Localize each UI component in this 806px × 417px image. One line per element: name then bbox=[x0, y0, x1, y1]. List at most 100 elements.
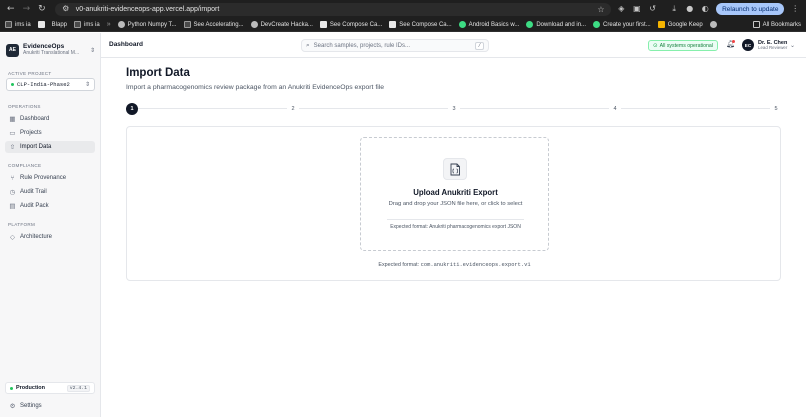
upload-format-hint: Expected format: Anukriti pharmacogenomi… bbox=[390, 224, 521, 230]
org-logo: AE bbox=[6, 43, 19, 57]
relaunch-button[interactable]: Relaunch to update bbox=[716, 3, 785, 15]
address-bar[interactable]: ⚙ v0-anukriti-evidenceops-app.vercel.app… bbox=[54, 2, 611, 16]
search-placeholder: Search samples, projects, rule IDs... bbox=[313, 42, 411, 49]
bookmark-favicon bbox=[319, 21, 327, 28]
upload-icon: ⇧ bbox=[9, 142, 16, 151]
chevron-down-icon[interactable]: ⌄ bbox=[790, 42, 795, 49]
step-3[interactable]: 3 bbox=[448, 103, 460, 115]
bookmark-item[interactable] bbox=[709, 21, 717, 28]
sidebar-item-dashboard[interactable]: ▦ Dashboard bbox=[5, 113, 95, 125]
bookmark-favicon bbox=[5, 21, 12, 28]
bookmark-item[interactable]: Download and in... bbox=[526, 21, 586, 28]
incognito-icon[interactable]: ◐ bbox=[700, 4, 710, 14]
upload-instructions: Drag and drop your JSON file here, or cl… bbox=[388, 201, 523, 207]
bookmark-item[interactable]: ims ia bbox=[74, 21, 100, 28]
top-header: Dashboard ⌕ Search samples, projects, ru… bbox=[101, 33, 806, 58]
main-content: Dashboard ⌕ Search samples, projects, ru… bbox=[101, 33, 806, 417]
bookmark-favicon bbox=[117, 21, 125, 28]
site-settings-icon[interactable]: ⚙ bbox=[61, 4, 71, 14]
project-name: CLP-India-Phase2 bbox=[17, 81, 70, 88]
layers-icon: ◇ bbox=[10, 232, 15, 241]
bookmark-favicon bbox=[37, 21, 45, 28]
bookmark-item[interactable]: Python Numpy T... bbox=[117, 21, 177, 28]
bookmark-item[interactable]: ims ia bbox=[5, 21, 31, 28]
sidebar-item-label: Projects bbox=[20, 130, 42, 136]
status-text: All systems operational bbox=[659, 42, 713, 49]
bookmark-item[interactable]: See Compose Ca... bbox=[319, 21, 382, 28]
page-title: Import Data bbox=[126, 67, 190, 79]
file-json-icon bbox=[443, 158, 467, 180]
bookmark-star-icon[interactable]: ☆ bbox=[597, 5, 604, 14]
bookmark-favicon bbox=[709, 21, 717, 28]
org-switcher[interactable]: AE EvidenceOps Anukriti Translational M.… bbox=[6, 41, 95, 59]
sidebar-item-label: Dashboard bbox=[20, 116, 50, 122]
bookmark-favicon bbox=[389, 21, 397, 28]
bookmark-item[interactable]: Blapp bbox=[52, 22, 67, 28]
step-connector bbox=[460, 108, 609, 109]
document-icon: ▤ bbox=[9, 201, 16, 210]
environment-badge[interactable]: Production v2.4.1 bbox=[5, 382, 95, 394]
chevron-up-down-icon: ⇕ bbox=[89, 46, 95, 54]
bookmark-item[interactable]: Google Keep bbox=[657, 21, 703, 28]
user-role: Lead Reviewer bbox=[758, 45, 788, 51]
back-icon[interactable]: ← bbox=[6, 4, 16, 14]
bookmarks-bar: ims ia Blapp ims ia » Python Numpy T... … bbox=[0, 18, 806, 32]
org-subtitle: Anukriti Translational M... bbox=[23, 49, 80, 56]
project-select[interactable]: CLP-India-Phase2 ⇕ bbox=[6, 78, 95, 91]
page-subtitle: Import a pharmacogenomics review package… bbox=[126, 84, 385, 91]
download-icon[interactable]: ⤓ bbox=[669, 4, 679, 14]
avatar[interactable]: EC bbox=[742, 39, 754, 51]
extensions-icon[interactable]: ▣ bbox=[632, 4, 642, 14]
dashboard-icon: ▦ bbox=[9, 114, 16, 123]
sidebar-item-label: Audit Trail bbox=[20, 189, 47, 195]
forward-icon[interactable]: → bbox=[22, 4, 32, 14]
step-connector bbox=[299, 108, 448, 109]
url-text: v0-anukriti-evidenceops-app.vercel.app/i… bbox=[75, 5, 220, 13]
active-project-label: ACTIVE PROJECT bbox=[8, 71, 52, 76]
all-bookmarks-button[interactable]: All Bookmarks bbox=[752, 21, 801, 28]
sidebar-item-audit-pack[interactable]: ▤ Audit Pack bbox=[5, 200, 95, 212]
step-connector bbox=[621, 108, 770, 109]
bookmark-favicon bbox=[593, 21, 601, 28]
sidebar-item-settings[interactable]: ⚙ Settings bbox=[5, 400, 95, 412]
bookmark-favicon bbox=[183, 21, 191, 28]
shield-icon[interactable]: ◈ bbox=[617, 4, 627, 14]
sidebar-item-rule-provenance[interactable]: ⑂ Rule Provenance bbox=[5, 172, 95, 184]
upload-title: Upload Anukriti Export bbox=[413, 188, 498, 197]
step-4[interactable]: 4 bbox=[609, 103, 621, 115]
bookmark-item[interactable]: Android Basics w... bbox=[458, 21, 519, 28]
section-compliance: COMPLIANCE bbox=[8, 163, 42, 168]
sidebar-item-import[interactable]: ⇧ Import Data bbox=[5, 141, 95, 153]
step-5[interactable]: 5 bbox=[770, 103, 782, 115]
chevron-double-icon[interactable]: » bbox=[107, 21, 111, 28]
step-2[interactable]: 2 bbox=[287, 103, 299, 115]
profile-icon[interactable]: ● bbox=[685, 4, 695, 14]
step-connector bbox=[138, 108, 287, 109]
notification-dot bbox=[732, 40, 735, 43]
bookmark-item[interactable]: Create your first... bbox=[593, 21, 651, 28]
bookmark-item[interactable]: See Accelerating... bbox=[183, 21, 244, 28]
git-branch-icon: ⑂ bbox=[10, 173, 15, 182]
sidebar-item-label: Audit Pack bbox=[20, 203, 49, 209]
sidebar-item-projects[interactable]: ▭ Projects bbox=[5, 127, 95, 139]
more-menu-icon[interactable]: ⋮ bbox=[790, 4, 800, 14]
search-input[interactable]: ⌕ Search samples, projects, rule IDs... … bbox=[301, 39, 489, 52]
user-menu[interactable]: Dr. E. Chen Lead Reviewer bbox=[758, 40, 787, 51]
sidebar-item-audit-trail[interactable]: ◷ Audit Trail bbox=[5, 186, 95, 198]
bookmark-item[interactable] bbox=[37, 21, 45, 28]
sidebar-item-architecture[interactable]: ◇ Architecture bbox=[5, 231, 95, 243]
section-operations: OPERATIONS bbox=[8, 104, 41, 109]
reload-icon[interactable]: ↻ bbox=[37, 4, 47, 14]
expected-format-note: Expected format: com.anukriti.evidenceop… bbox=[127, 262, 782, 268]
history-icon[interactable]: ↺ bbox=[648, 4, 658, 14]
environment-name: Production bbox=[16, 385, 46, 391]
breadcrumb[interactable]: Dashboard bbox=[109, 41, 143, 48]
project-status-dot bbox=[11, 83, 14, 86]
file-dropzone[interactable]: Upload Anukriti Export Drag and drop you… bbox=[360, 137, 549, 251]
divider bbox=[387, 219, 524, 220]
step-1[interactable]: 1 bbox=[126, 103, 138, 115]
bookmark-item[interactable]: See Compose Ca... bbox=[389, 21, 452, 28]
bookmark-item[interactable]: DevCreate Hacka... bbox=[250, 21, 313, 28]
upload-card: Upload Anukriti Export Drag and drop you… bbox=[126, 126, 781, 281]
browser-toolbar: ← → ↻ ⚙ v0-anukriti-evidenceops-app.verc… bbox=[0, 0, 806, 18]
